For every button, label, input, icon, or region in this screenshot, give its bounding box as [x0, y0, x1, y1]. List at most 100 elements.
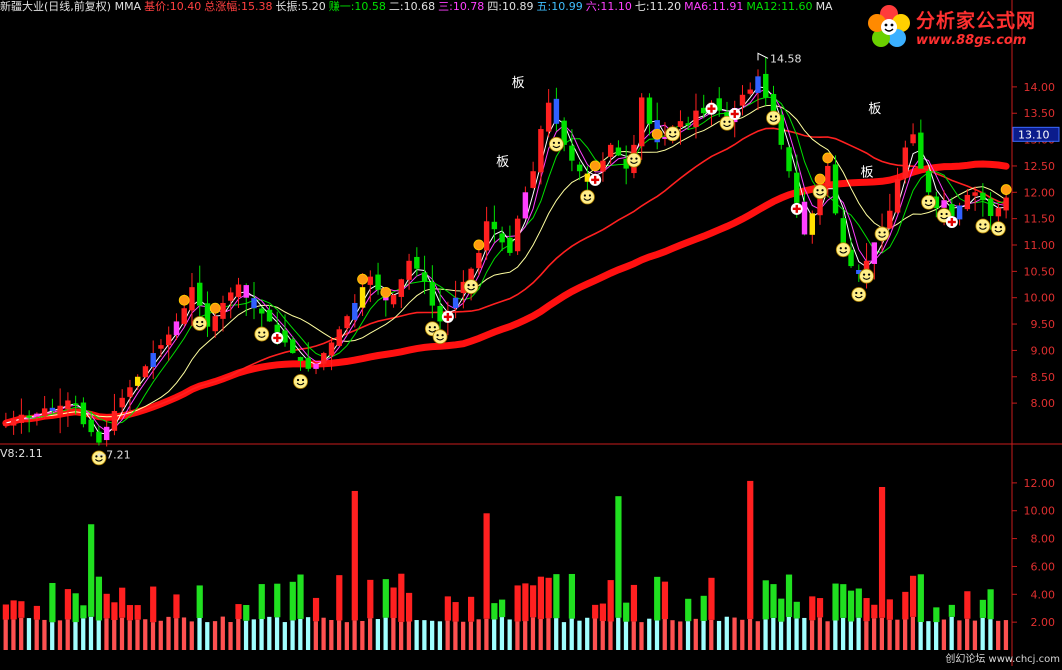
- candle-body: [251, 298, 257, 309]
- volume-base-bar: [887, 619, 892, 650]
- volume-base-bar: [662, 619, 667, 650]
- volume-base-bar: [150, 622, 156, 650]
- volume-bar: [452, 602, 459, 622]
- volume-base-bar: [561, 622, 567, 650]
- candle-body: [794, 172, 800, 203]
- candle-body: [220, 302, 226, 319]
- price-tick-label: 9.50: [1031, 318, 1056, 331]
- smiley-icon: [626, 152, 642, 168]
- header-item: 长振:5.20: [275, 0, 326, 13]
- volume-base-bar: [437, 621, 443, 650]
- volume-bar: [553, 574, 560, 619]
- smiley-icon: [766, 110, 781, 126]
- candle-body: [887, 210, 893, 229]
- volume-base-bar: [817, 617, 822, 650]
- candle-body: [902, 147, 909, 178]
- candle-body: [615, 147, 622, 156]
- smiley-icon: [580, 189, 595, 205]
- volume-base-bar: [34, 619, 39, 650]
- smiley-icon: [851, 287, 867, 302]
- candle-body: [3, 423, 9, 426]
- candle-body: [600, 160, 606, 172]
- volume-base-bar: [197, 617, 202, 650]
- candle-body: [545, 102, 552, 132]
- high-marker: [757, 52, 769, 61]
- smiley-icon: [859, 268, 874, 284]
- volume-base-bar: [391, 617, 396, 650]
- candle-body: [336, 329, 343, 346]
- volume-bar: [173, 594, 180, 619]
- volume-base-bar: [724, 616, 729, 650]
- smiley-icon: [192, 316, 208, 331]
- candle-body: [103, 426, 110, 441]
- candle-body: [429, 281, 436, 306]
- volume-base-bar: [1003, 620, 1009, 650]
- coin-icon: [380, 286, 392, 298]
- smiley-icon: [921, 194, 936, 210]
- volume-base-bar: [267, 616, 272, 650]
- candle-body: [197, 282, 203, 306]
- volume-base-bar: [406, 621, 412, 650]
- candle-body: [305, 357, 311, 369]
- volume-base-bar: [654, 620, 660, 650]
- volume-bar: [258, 584, 265, 620]
- volume-base-bar: [236, 618, 241, 650]
- volume-base-bar: [577, 620, 582, 650]
- price-tick-label: 11.00: [1024, 239, 1056, 252]
- volume-base-bar: [135, 619, 140, 650]
- coin-icon: [822, 152, 834, 164]
- volume-base-bar: [282, 622, 287, 650]
- candle-body: [941, 200, 947, 208]
- candle-body: [235, 284, 242, 298]
- volume-base-bar: [42, 619, 47, 650]
- smiley-icon: [990, 221, 1006, 237]
- volume-bar: [64, 589, 72, 620]
- candle-body: [26, 415, 32, 418]
- volume-bar: [902, 591, 909, 620]
- volume-bar: [708, 577, 715, 620]
- candle-body: [321, 353, 327, 364]
- candle-body: [483, 221, 490, 251]
- candle-body: [80, 402, 87, 425]
- volume-base-bar: [336, 620, 342, 650]
- candle-body: [274, 324, 280, 332]
- stock-chart[interactable]: 8.00 8.50 9.00 9.50 10.00 10.50 11.00 11.50 12.0…: [0, 0, 1062, 666]
- volume-base-bar: [585, 617, 590, 650]
- low-label: ←7.21: [97, 449, 131, 462]
- volume-bar: [530, 585, 537, 618]
- ma3-line: [5, 86, 1007, 435]
- candle-body: [538, 129, 544, 173]
- candle-body: [910, 134, 916, 144]
- candle-body: [158, 345, 164, 349]
- price-tick-label: 10.00: [1024, 292, 1056, 305]
- candle-body: [367, 276, 374, 285]
- volume-bar: [95, 576, 103, 621]
- smiley-icon: [549, 136, 564, 152]
- volume-base-bar: [608, 621, 613, 650]
- candle-body: [57, 405, 63, 416]
- price-tick-label: 12.00: [1024, 186, 1056, 199]
- volume-bar: [119, 587, 126, 618]
- volume-tick-label: 8.00: [1031, 533, 1056, 546]
- volume-base-bar: [616, 617, 621, 650]
- candle-body: [825, 165, 831, 187]
- candle-body: [41, 408, 48, 417]
- candle-body: [491, 221, 498, 230]
- volume-base-bar: [972, 620, 978, 650]
- candle-body: [995, 208, 1002, 217]
- candle-body: [638, 97, 645, 147]
- volume-base-bar: [639, 622, 644, 650]
- candle-body: [809, 213, 815, 235]
- volume-base-bar: [189, 621, 194, 650]
- candle-body: [685, 123, 691, 126]
- volume-bar: [599, 603, 607, 621]
- candle-body: [390, 295, 397, 305]
- candle-body: [127, 387, 133, 397]
- volume-bar: [816, 598, 824, 618]
- volume-base-bar: [965, 618, 970, 650]
- volume-bar: [196, 585, 203, 618]
- volume-base-bar: [802, 617, 807, 650]
- volume-bar: [809, 596, 816, 621]
- candle-body: [282, 330, 288, 343]
- candle-body: [499, 233, 505, 243]
